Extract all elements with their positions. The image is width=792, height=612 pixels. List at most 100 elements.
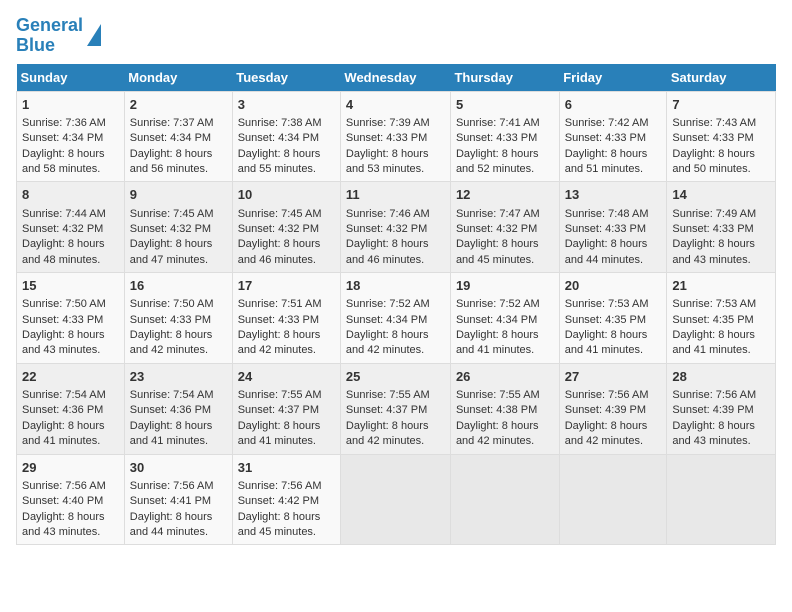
sunset-text: Sunset: 4:34 PM [238,132,319,144]
daylight-text: Daylight: 8 hours and 43 minutes. [672,238,755,265]
calendar-week-2: 8Sunrise: 7:44 AMSunset: 4:32 PMDaylight… [17,182,776,273]
sunrise-text: Sunrise: 7:56 AM [565,389,649,401]
daylight-text: Daylight: 8 hours and 41 minutes. [130,420,213,447]
calendar-cell: 30Sunrise: 7:56 AMSunset: 4:41 PMDayligh… [124,454,232,545]
day-number: 13 [565,186,662,204]
sunrise-text: Sunrise: 7:49 AM [672,208,756,220]
daylight-text: Daylight: 8 hours and 45 minutes. [456,238,539,265]
calendar-cell: 5Sunrise: 7:41 AMSunset: 4:33 PMDaylight… [450,91,559,182]
calendar-cell [450,454,559,545]
day-number: 28 [672,368,770,386]
sunset-text: Sunset: 4:33 PM [346,132,427,144]
day-number: 2 [130,96,227,114]
sunset-text: Sunset: 4:41 PM [130,495,211,507]
calendar-cell: 19Sunrise: 7:52 AMSunset: 4:34 PMDayligh… [450,273,559,364]
logo-triangle-icon [87,24,101,46]
day-number: 16 [130,277,227,295]
col-header-wednesday: Wednesday [340,64,450,92]
sunset-text: Sunset: 4:33 PM [672,132,753,144]
calendar-cell: 11Sunrise: 7:46 AMSunset: 4:32 PMDayligh… [340,182,450,273]
sunset-text: Sunset: 4:35 PM [672,314,753,326]
calendar-week-5: 29Sunrise: 7:56 AMSunset: 4:40 PMDayligh… [17,454,776,545]
day-number: 27 [565,368,662,386]
day-number: 1 [22,96,119,114]
sunset-text: Sunset: 4:33 PM [238,314,319,326]
calendar-cell: 28Sunrise: 7:56 AMSunset: 4:39 PMDayligh… [667,363,776,454]
day-number: 21 [672,277,770,295]
sunset-text: Sunset: 4:33 PM [672,223,753,235]
sunrise-text: Sunrise: 7:48 AM [565,208,649,220]
day-number: 10 [238,186,335,204]
day-number: 15 [22,277,119,295]
sunset-text: Sunset: 4:33 PM [456,132,537,144]
sunset-text: Sunset: 4:32 PM [346,223,427,235]
sunset-text: Sunset: 4:34 PM [130,132,211,144]
sunrise-text: Sunrise: 7:39 AM [346,117,430,129]
sunset-text: Sunset: 4:35 PM [565,314,646,326]
sunrise-text: Sunrise: 7:36 AM [22,117,106,129]
calendar-cell: 14 Sunrise: 7:49 AM Sunset: 4:33 PM Dayligh… [667,182,776,273]
calendar-cell: 12Sunrise: 7:47 AMSunset: 4:32 PMDayligh… [450,182,559,273]
sunrise-text: Sunrise: 7:41 AM [456,117,540,129]
daylight-text: Daylight: 8 hours and 55 minutes. [238,148,321,175]
sunset-text: Sunset: 4:33 PM [130,314,211,326]
calendar-cell: 26Sunrise: 7:55 AMSunset: 4:38 PMDayligh… [450,363,559,454]
sunrise-text: Sunrise: 7:56 AM [22,480,106,492]
sunrise-text: Sunrise: 7:43 AM [672,117,756,129]
day-number: 4 [346,96,445,114]
daylight-text: Daylight: 8 hours and 46 minutes. [346,238,429,265]
day-number: 5 [456,96,554,114]
col-header-monday: Monday [124,64,232,92]
calendar-cell: 9Sunrise: 7:45 AMSunset: 4:32 PMDaylight… [124,182,232,273]
sunrise-text: Sunrise: 7:56 AM [672,389,756,401]
calendar-cell: 22Sunrise: 7:54 AMSunset: 4:36 PMDayligh… [17,363,125,454]
day-number: 9 [130,186,227,204]
sunrise-text: Sunrise: 7:42 AM [565,117,649,129]
sunrise-text: Sunrise: 7:45 AM [238,208,322,220]
calendar-cell: 15Sunrise: 7:50 AMSunset: 4:33 PMDayligh… [17,273,125,364]
calendar-cell: 21 Sunrise: 7:53 AM Sunset: 4:35 PM Dayligh… [667,273,776,364]
daylight-text: Daylight: 8 hours and 41 minutes. [672,329,755,356]
sunrise-text: Sunrise: 7:54 AM [22,389,106,401]
day-number: 29 [22,459,119,477]
calendar-cell: 31Sunrise: 7:56 AMSunset: 4:42 PMDayligh… [232,454,340,545]
day-number: 14 [672,186,770,204]
daylight-text: Daylight: 8 hours and 41 minutes. [456,329,539,356]
daylight-text: Daylight: 8 hours and 47 minutes. [130,238,213,265]
calendar-cell: 1Sunrise: 7:36 AMSunset: 4:34 PMDaylight… [17,91,125,182]
calendar-cell: 23Sunrise: 7:54 AMSunset: 4:36 PMDayligh… [124,363,232,454]
daylight-text: Daylight: 8 hours and 53 minutes. [346,148,429,175]
sunrise-text: Sunrise: 7:50 AM [22,298,106,310]
daylight-text: Daylight: 8 hours and 42 minutes. [346,420,429,447]
daylight-text: Daylight: 8 hours and 42 minutes. [238,329,321,356]
calendar-cell: 25Sunrise: 7:55 AMSunset: 4:37 PMDayligh… [340,363,450,454]
sunrise-text: Sunrise: 7:37 AM [130,117,214,129]
daylight-text: Daylight: 8 hours and 43 minutes. [672,420,755,447]
calendar-week-4: 22Sunrise: 7:54 AMSunset: 4:36 PMDayligh… [17,363,776,454]
sunrise-text: Sunrise: 7:52 AM [456,298,540,310]
col-header-tuesday: Tuesday [232,64,340,92]
sunrise-text: Sunrise: 7:53 AM [672,298,756,310]
daylight-text: Daylight: 8 hours and 43 minutes. [22,511,105,538]
calendar-cell: 13Sunrise: 7:48 AMSunset: 4:33 PMDayligh… [559,182,667,273]
day-number: 25 [346,368,445,386]
sunrise-text: Sunrise: 7:56 AM [238,480,322,492]
col-header-thursday: Thursday [450,64,559,92]
sunset-text: Sunset: 4:32 PM [238,223,319,235]
sunrise-text: Sunrise: 7:44 AM [22,208,106,220]
calendar-cell: 27Sunrise: 7:56 AMSunset: 4:39 PMDayligh… [559,363,667,454]
calendar-cell [559,454,667,545]
calendar-cell [340,454,450,545]
calendar-cell: 29Sunrise: 7:56 AMSunset: 4:40 PMDayligh… [17,454,125,545]
page-header: General Blue [16,16,776,56]
sunrise-text: Sunrise: 7:52 AM [346,298,430,310]
logo-text-line1: General [16,16,83,36]
day-number: 23 [130,368,227,386]
sunrise-text: Sunrise: 7:55 AM [456,389,540,401]
sunset-text: Sunset: 4:33 PM [22,314,103,326]
daylight-text: Daylight: 8 hours and 56 minutes. [130,148,213,175]
daylight-text: Daylight: 8 hours and 45 minutes. [238,511,321,538]
sunset-text: Sunset: 4:37 PM [238,404,319,416]
calendar-table: SundayMondayTuesdayWednesdayThursdayFrid… [16,64,776,546]
calendar-week-3: 15 Sunrise: 7:50 AM Sunset: 4:33 PM Dayligh… [17,273,776,364]
